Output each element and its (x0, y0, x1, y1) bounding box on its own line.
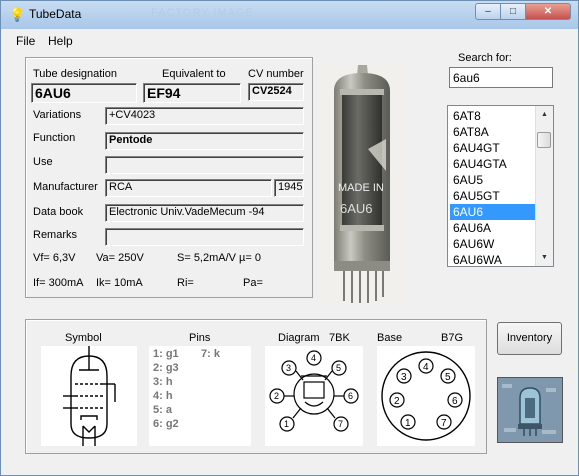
list-item[interactable]: 6AU5 (450, 172, 536, 188)
window-title: TubeData (29, 7, 82, 21)
title-bar[interactable]: 💡 TubeData FACTORY IMAGE – □ ✕ (1, 1, 578, 29)
list-item[interactable]: 6AU4GTA (450, 156, 536, 172)
list-item[interactable]: 6AU6 (450, 204, 536, 220)
remarks-label: Remarks (33, 229, 78, 241)
pin-diagram: 4 3 5 2 6 1 7 (265, 346, 363, 446)
pin-4: 4: h (153, 390, 173, 402)
scroll-up-icon[interactable]: ▲ (536, 106, 553, 123)
close-button[interactable]: ✕ (525, 3, 571, 20)
tube-photo-text: MADE IN (338, 182, 384, 194)
title-ghost-text: FACTORY IMAGE (151, 7, 254, 19)
menu-bar: File Help (2, 31, 578, 49)
list-item[interactable]: 6AU6W (450, 236, 536, 252)
diagram-code: 7BK (329, 332, 350, 344)
list-scrollbar[interactable]: ▲ ▼ (535, 106, 553, 266)
use-field[interactable] (105, 156, 304, 174)
pa-value: Pa= (243, 277, 263, 289)
list-item[interactable]: 6AU4GT (450, 140, 536, 156)
databook-label: Data book (33, 206, 84, 218)
list-item[interactable]: 6AT8 (450, 108, 536, 124)
svg-text:6: 6 (452, 396, 458, 407)
tube-photo: MADE IN 6AU6 (320, 61, 406, 305)
lightbulb-icon: 💡 (9, 7, 26, 22)
svg-text:6: 6 (348, 391, 353, 401)
base-diagram: 4 3 5 2 6 1 7 (377, 346, 475, 446)
menu-help[interactable]: Help (48, 34, 73, 48)
svg-text:5: 5 (336, 363, 341, 373)
function-field[interactable]: Pentode (105, 132, 304, 150)
svg-text:1: 1 (284, 419, 289, 429)
svg-text:2: 2 (274, 391, 279, 401)
if-value: If= 300mA (33, 277, 84, 289)
svg-text:4: 4 (423, 362, 429, 373)
pins-box: 1: g1 7: k 2: g3 3: h 4: h 5: a 6: g2 (149, 346, 251, 446)
inventory-button[interactable]: Inventory (497, 322, 562, 355)
ik-value: Ik= 10mA (96, 277, 143, 289)
databook-field[interactable]: Electronic Univ.VadeMecum -94 (105, 204, 304, 222)
app-logo (497, 377, 563, 443)
ri-value: Ri= (177, 277, 194, 289)
va-value: Va= 250V (96, 252, 144, 264)
cv-number-field[interactable]: CV2524 (248, 83, 304, 101)
maximize-button[interactable]: □ (500, 3, 526, 20)
svg-text:3: 3 (286, 363, 291, 373)
svg-text:4: 4 (311, 353, 316, 363)
base-label: Base (377, 332, 403, 344)
svg-text:3: 3 (401, 372, 407, 383)
symbol-label: Symbol (65, 332, 102, 344)
remarks-field[interactable] (105, 228, 304, 246)
function-label: Function (33, 132, 76, 144)
variations-field[interactable]: +CV4023 (105, 107, 304, 125)
svg-text:5: 5 (445, 372, 451, 383)
scroll-thumb[interactable] (537, 132, 551, 148)
vf-value: Vf= 6,3V (33, 252, 76, 264)
search-label: Search for: (458, 52, 512, 64)
tube-designation-label: Tube designation (33, 68, 117, 80)
use-label: Use (33, 156, 53, 168)
year-field[interactable]: 1945 (274, 179, 304, 197)
svg-text:7: 7 (338, 419, 343, 429)
list-item[interactable]: 6AU5GT (450, 188, 536, 204)
pin-7: 7: k (201, 348, 220, 360)
equivalent-label: Equivalent to (162, 68, 226, 80)
base-code: B7G (441, 332, 464, 344)
manufacturer-field[interactable]: RCA (105, 179, 272, 197)
manufacturer-label: Manufacturer (33, 181, 98, 193)
tube-list[interactable]: 6AT8 6AT8A 6AU4GT 6AU4GTA 6AU5 6AU5GT 6AU6 6AU6… (447, 105, 554, 267)
pin-5: 5: a (153, 404, 172, 416)
tube-designation-field[interactable]: 6AU6 (31, 83, 137, 103)
pin-1: 1: g1 (153, 348, 179, 360)
list-item[interactable]: 6AU6WA (450, 252, 536, 266)
list-item[interactable]: 6AU6A (450, 220, 536, 236)
tube-photo-code: 6AU6 (340, 201, 373, 216)
diagram-label: Diagram (278, 332, 320, 344)
equivalent-field[interactable]: EF94 (143, 83, 241, 103)
list-item[interactable]: 6AT8A (450, 124, 536, 140)
pins-label: Pins (189, 332, 211, 344)
menu-file[interactable]: File (16, 34, 35, 48)
svg-text:7: 7 (441, 418, 447, 429)
svg-text:2: 2 (394, 396, 400, 407)
minimize-button[interactable]: – (475, 3, 501, 20)
pin-2: 2: g3 (153, 362, 179, 374)
s-mu-value: S= 5,2mA/V µ= 0 (177, 252, 261, 264)
pin-6: 6: g2 (153, 418, 179, 430)
pin-3: 3: h (153, 376, 173, 388)
search-input[interactable] (449, 67, 553, 88)
svg-text:1: 1 (405, 418, 411, 429)
scroll-down-icon[interactable]: ▼ (536, 249, 553, 266)
app-window: 💡 TubeData FACTORY IMAGE – □ ✕ File Help… (0, 0, 579, 476)
tube-symbol (41, 346, 137, 446)
variations-label: Variations (33, 109, 82, 121)
cv-number-label: CV number (248, 68, 304, 80)
